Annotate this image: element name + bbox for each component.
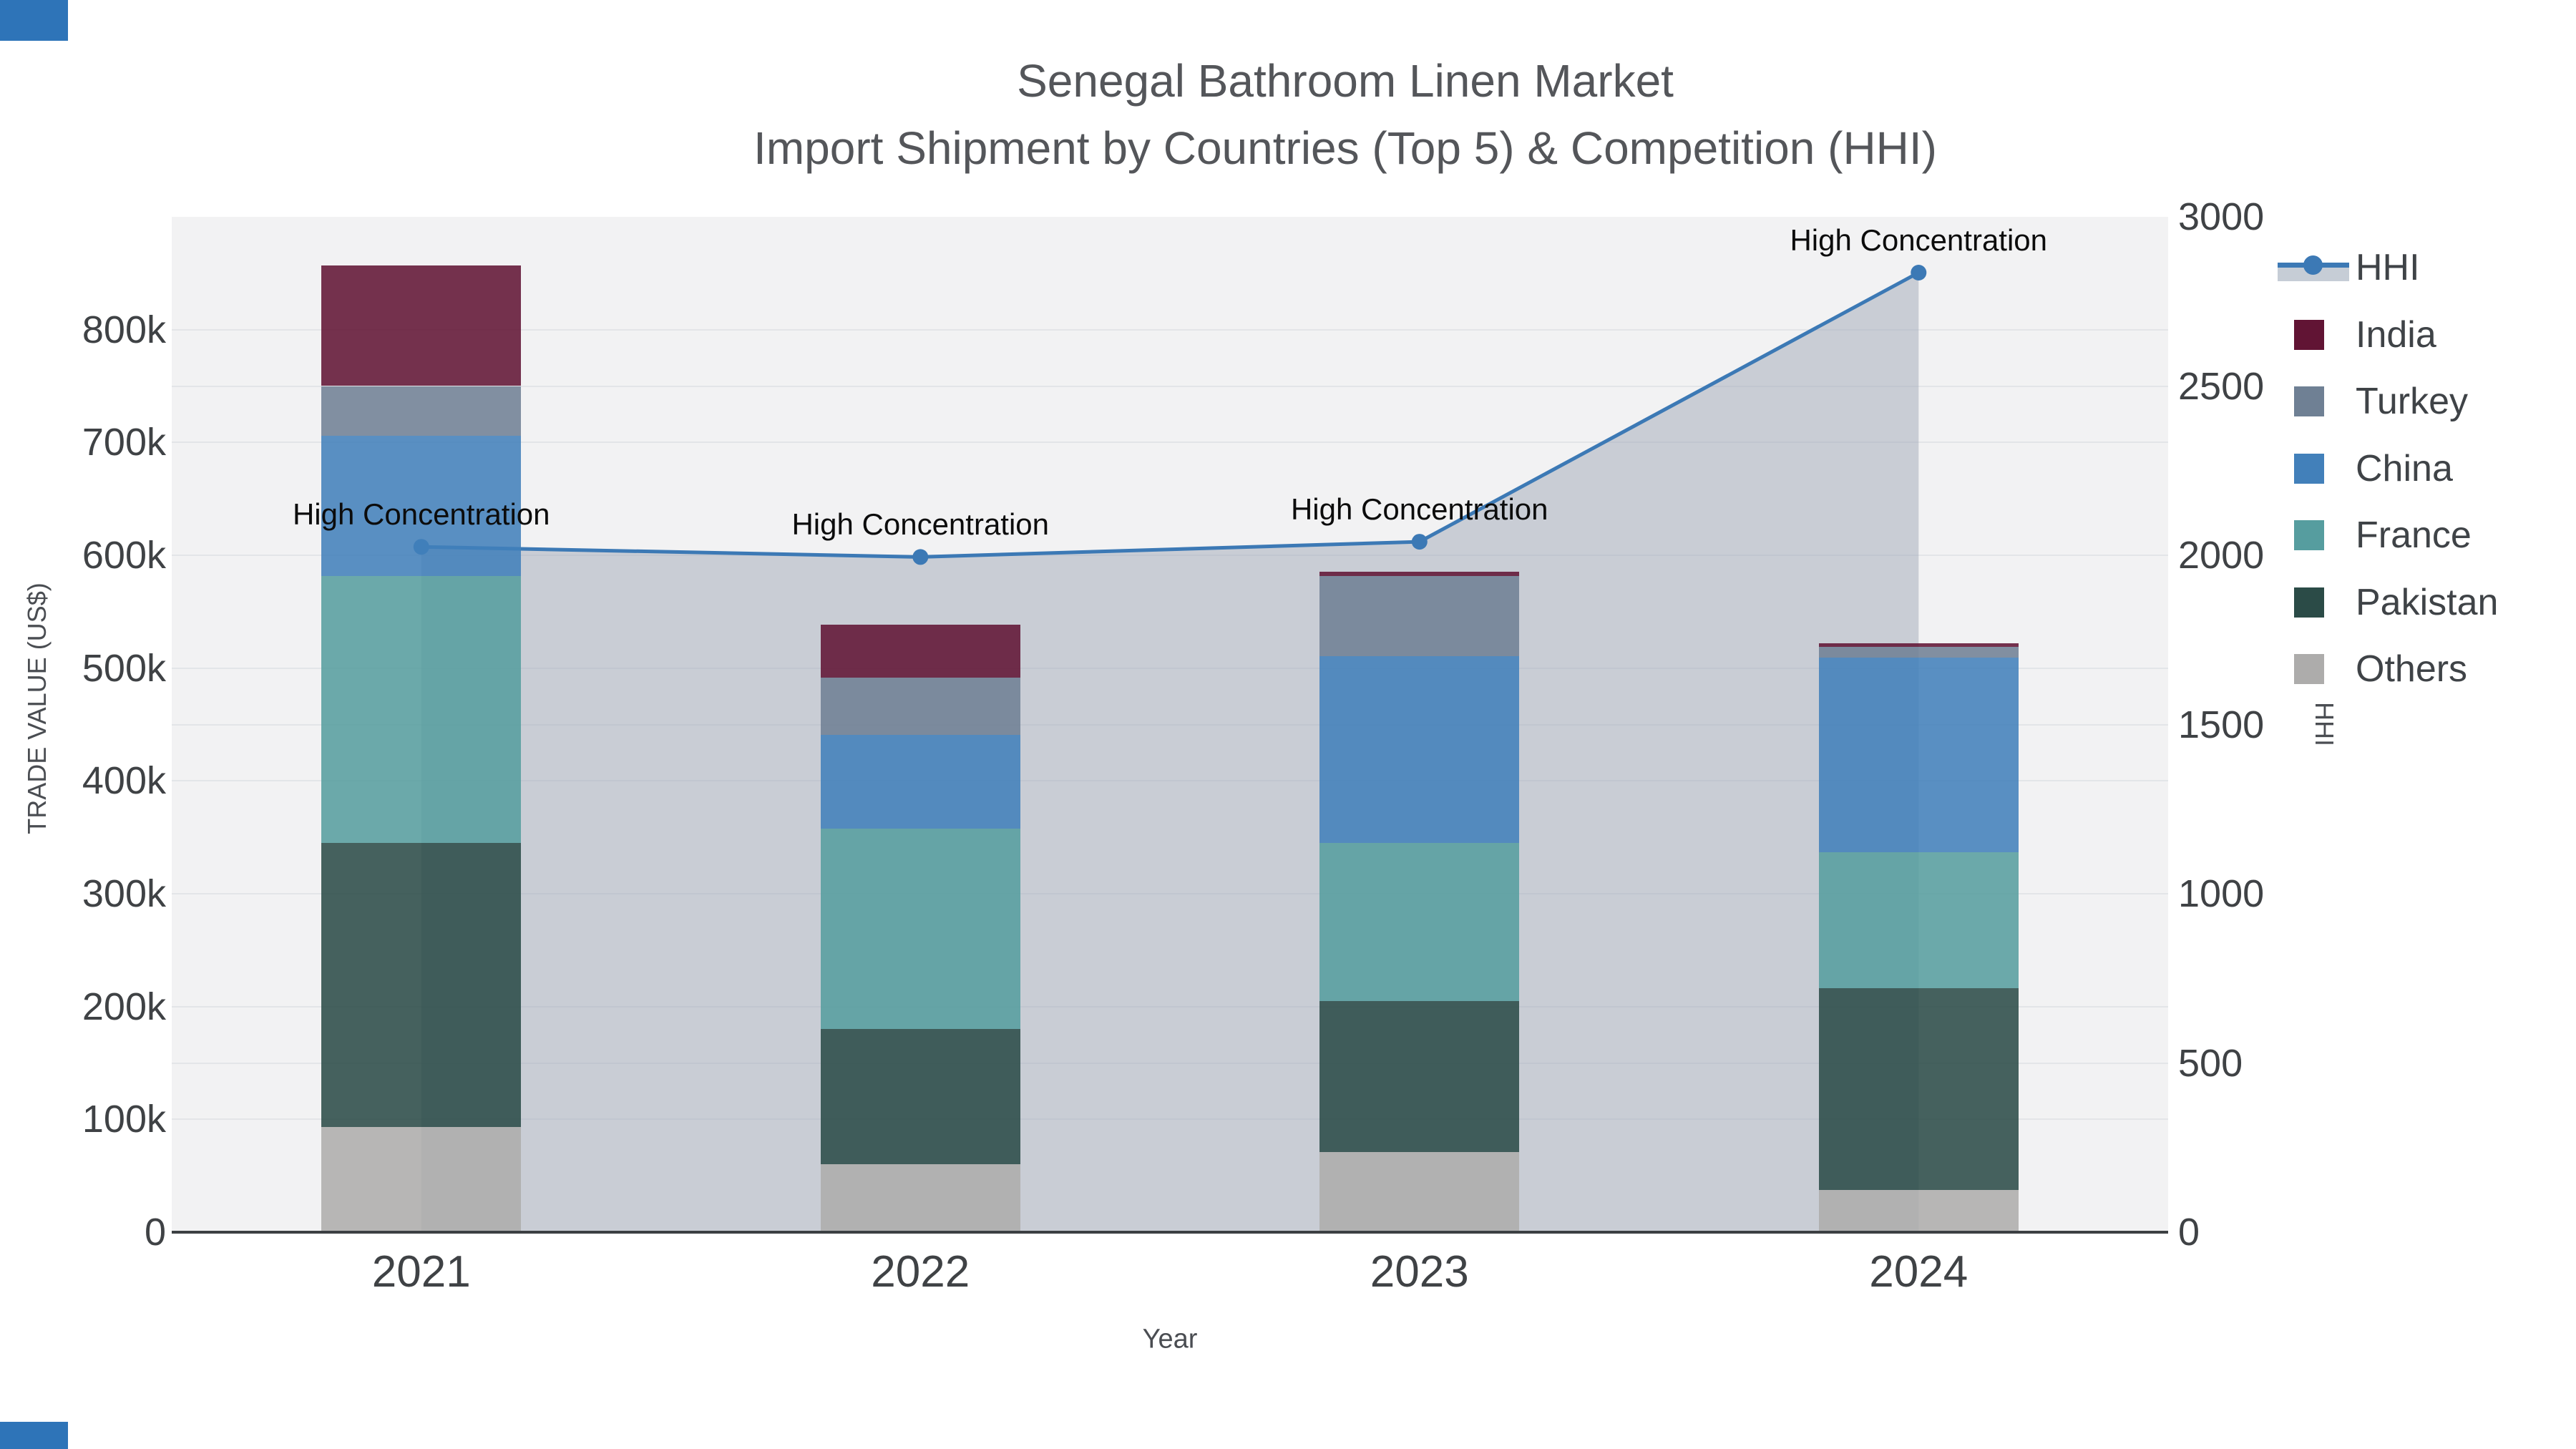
bar-segment-china-2022 bbox=[820, 734, 1020, 829]
bar-segment-pakistan-2022 bbox=[820, 1029, 1020, 1165]
legend-label-hhi: HHI bbox=[2356, 247, 2420, 288]
bar-segment-china-2024 bbox=[1818, 658, 2019, 852]
x-tick-2022: 2022 bbox=[871, 1247, 970, 1297]
y-left-tick-600k: 600k bbox=[82, 534, 166, 577]
plot-area bbox=[172, 217, 2168, 1232]
y-right-tick-2000: 2000 bbox=[2178, 534, 2265, 577]
bar-segment-france-2021 bbox=[321, 576, 522, 844]
y-left-tick-0: 0 bbox=[144, 1211, 166, 1254]
bar-segment-turkey-2024 bbox=[1818, 647, 2019, 658]
chart-title: Senegal Bathroom Linen Market Import Shi… bbox=[129, 47, 2562, 182]
bar-segment-france-2022 bbox=[820, 829, 1020, 1030]
bar-segment-china-2023 bbox=[1319, 656, 1520, 844]
x-tick-2024: 2024 bbox=[1869, 1247, 1968, 1297]
y-left-tick-800k: 800k bbox=[82, 308, 166, 351]
bar-segment-india-2023 bbox=[1319, 571, 1520, 577]
bar-segment-india-2024 bbox=[1818, 643, 2019, 648]
annotation-high-concentration-2023: High Concentration bbox=[1290, 492, 1548, 527]
hhi-marker bbox=[912, 549, 929, 565]
legend-swatch-pakistan bbox=[2294, 587, 2324, 618]
bar-segment-others-2023 bbox=[1319, 1152, 1520, 1232]
bar-segment-others-2021 bbox=[321, 1127, 522, 1232]
x-tick-2021: 2021 bbox=[371, 1247, 471, 1297]
legend-label-turkey: Turkey bbox=[2356, 381, 2468, 422]
bar-segment-india-2022 bbox=[820, 624, 1020, 678]
legend-label-others: Others bbox=[2356, 648, 2468, 690]
chart-title-line2: Import Shipment by Countries (Top 5) & C… bbox=[753, 122, 1937, 174]
bar-segment-pakistan-2023 bbox=[1319, 1000, 1520, 1153]
y-axis-right-title: HHI bbox=[2310, 702, 2339, 746]
y-right-tick-1500: 1500 bbox=[2178, 703, 2265, 746]
x-tick-2023: 2023 bbox=[1370, 1247, 1469, 1297]
legend-swatch-turkey bbox=[2294, 386, 2324, 416]
y-left-tick-300k: 300k bbox=[82, 872, 166, 915]
figure-canvas: Senegal Bathroom Linen Market Import Shi… bbox=[0, 0, 2576, 1449]
hhi-marker bbox=[1911, 265, 1927, 280]
bar-segment-pakistan-2024 bbox=[1818, 988, 2019, 1190]
y-left-tick-200k: 200k bbox=[82, 985, 166, 1028]
legend-hhi-line-swatch bbox=[2278, 253, 2349, 283]
legend-label-france: France bbox=[2356, 514, 2472, 556]
top-left-accent-bar bbox=[0, 0, 68, 41]
chart-title-line1: Senegal Bathroom Linen Market bbox=[1017, 55, 1674, 107]
legend-label-pakistan: Pakistan bbox=[2356, 581, 2499, 623]
annotation-high-concentration-2024: High Concentration bbox=[1790, 223, 2048, 258]
bar-segment-india-2021 bbox=[321, 265, 522, 386]
hhi-area-fill bbox=[421, 273, 1919, 1232]
legend-swatch-india bbox=[2294, 319, 2324, 350]
bar-segment-france-2024 bbox=[1818, 852, 2019, 989]
hhi-marker bbox=[1411, 534, 1428, 550]
legend-label-india: India bbox=[2356, 313, 2436, 356]
x-axis-title: Year bbox=[1142, 1324, 1198, 1355]
legend-label-china: China bbox=[2356, 447, 2453, 489]
bar-segment-turkey-2021 bbox=[321, 386, 522, 436]
bottom-left-accent-bar bbox=[0, 1422, 68, 1449]
legend-swatch-others bbox=[2294, 654, 2324, 684]
y-right-tick-3000: 3000 bbox=[2178, 195, 2265, 238]
bar-segment-turkey-2023 bbox=[1319, 576, 1520, 657]
bar-segment-turkey-2022 bbox=[820, 678, 1020, 735]
y-right-tick-1000: 1000 bbox=[2178, 872, 2265, 915]
y-axis-left-title: TRADE VALUE (US$) bbox=[22, 582, 52, 834]
bar-segment-pakistan-2021 bbox=[321, 843, 522, 1128]
legend-swatch-france bbox=[2294, 520, 2324, 550]
legend-swatch-china bbox=[2294, 453, 2324, 484]
y-left-tick-100k: 100k bbox=[82, 1098, 166, 1141]
x-axis-line bbox=[172, 1231, 2168, 1234]
y-right-tick-2500: 2500 bbox=[2178, 364, 2265, 408]
bar-segment-others-2024 bbox=[1818, 1189, 2019, 1232]
y-right-tick-0: 0 bbox=[2178, 1211, 2200, 1254]
bar-segment-france-2023 bbox=[1319, 843, 1520, 1001]
annotation-high-concentration-2022: High Concentration bbox=[791, 507, 1050, 542]
annotation-high-concentration-2021: High Concentration bbox=[292, 497, 550, 532]
bar-segment-others-2022 bbox=[820, 1164, 1020, 1232]
y-right-tick-500: 500 bbox=[2178, 1041, 2243, 1085]
y-left-tick-700k: 700k bbox=[82, 421, 166, 464]
legend-hhi-marker-glyph bbox=[2303, 255, 2323, 275]
